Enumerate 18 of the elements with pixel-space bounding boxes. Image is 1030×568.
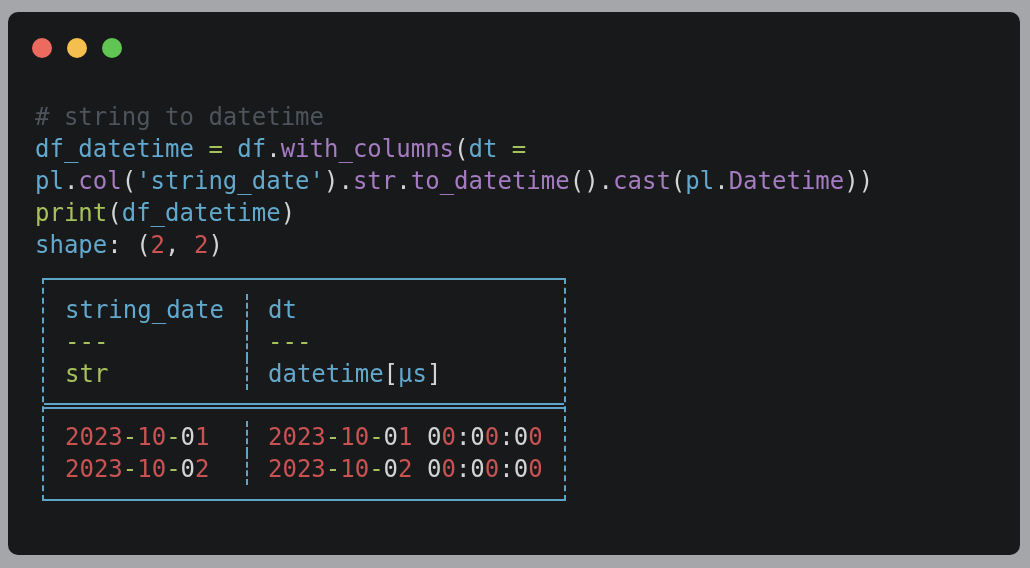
- window-control[interactable]: [102, 38, 122, 58]
- code-line: # string to datetime: [35, 102, 325, 133]
- table-cell-text: 2023-10-02: [65, 454, 210, 485]
- code-line: shape: (2, 2): [35, 230, 224, 261]
- table-cell-text: dt: [268, 295, 297, 326]
- table-cell-text: string_date: [65, 295, 224, 326]
- table-cell-text: ---: [65, 327, 109, 358]
- table-cell-text: str: [65, 359, 109, 390]
- code-line: print(df_datetime): [35, 198, 297, 229]
- code-line: pl.col('string_date').str.to_datetime().cast(pl.Datetime)): [35, 166, 875, 197]
- window-control[interactable]: [32, 38, 52, 58]
- window-control[interactable]: [67, 38, 87, 58]
- table-cell-text: 2023-10-02 00:00:00: [268, 454, 543, 485]
- code-line: df_datetime = df.with_columns(dt =: [35, 134, 528, 165]
- table-cell-text: ---: [268, 327, 312, 358]
- table-cell-text: datetime[µs]: [268, 359, 442, 390]
- table-cell-text: 2023-10-01 00:00:00: [268, 422, 543, 453]
- table-cell-text: 2023-10-01: [65, 422, 210, 453]
